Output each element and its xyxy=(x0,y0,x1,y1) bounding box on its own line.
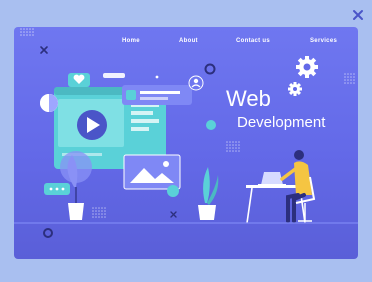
nav-home[interactable]: Home xyxy=(122,38,140,44)
gear-icon xyxy=(296,56,318,78)
user-icon xyxy=(188,75,204,91)
plant-right xyxy=(198,167,219,220)
web-development-illustration xyxy=(14,28,358,238)
top-nav: Home About Contact us Services xyxy=(14,38,358,52)
hero-title-line1: Web xyxy=(226,86,271,111)
nav-services[interactable]: Services xyxy=(310,38,337,44)
image-icon xyxy=(123,154,181,190)
nav-about[interactable]: About xyxy=(179,38,198,44)
developer-illustration xyxy=(246,150,316,224)
hero-banner: Home About Contact us Services Web Devel… xyxy=(14,27,358,259)
heart-icon xyxy=(68,73,90,87)
hero-title-line2: Development xyxy=(237,114,326,131)
nav-contact-us[interactable]: Contact us xyxy=(236,38,270,44)
close-icon[interactable] xyxy=(352,9,364,21)
play-icon xyxy=(77,110,107,140)
dot-grid-decoration xyxy=(20,28,34,36)
